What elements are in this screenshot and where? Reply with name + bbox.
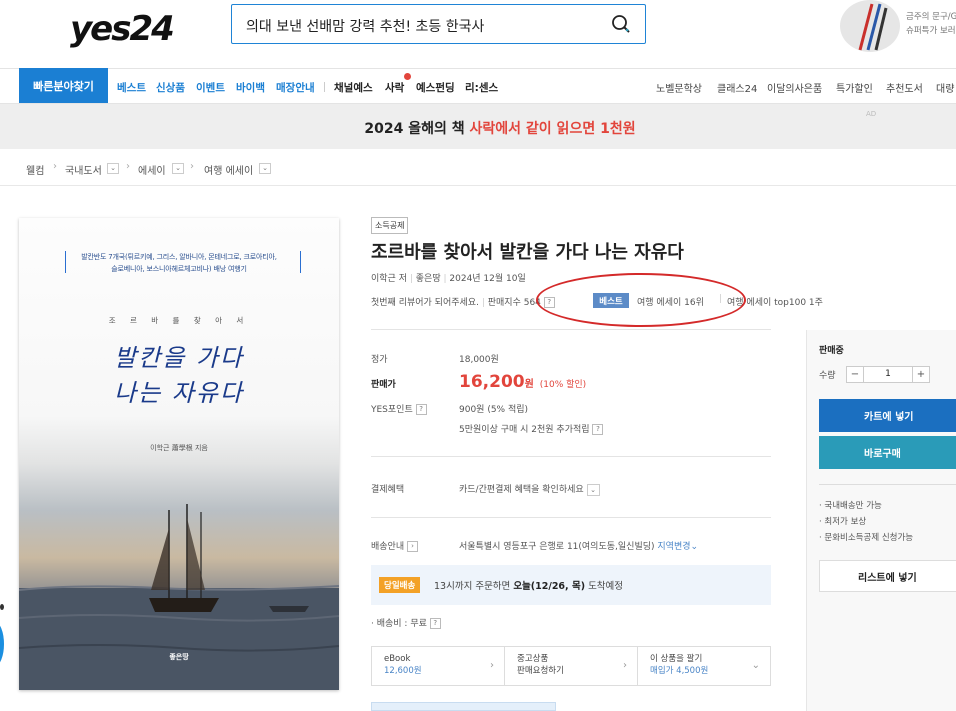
chevron-down-icon: ⌄ — [690, 542, 699, 552]
product-stats: 첫번째 리뷰어가 되어주세요. | 판매지수 564 ? — [371, 295, 555, 308]
product-title: 조르바를 찾아서 발칸을 가다 나는 자유다 — [371, 242, 684, 263]
nav-new[interactable]: 신상품 — [156, 80, 185, 95]
format-options: eBook 12,600원 › 중고상품 판매요청하기 › 이 상품을 팔기 매… — [371, 646, 771, 686]
book-cover[interactable]: 발칸반도 7개국(튀르키예, 그리스, 알바니아, 몬테네그로, 크로아티아, … — [19, 218, 339, 690]
nav-sarak[interactable]: 사락 — [385, 80, 404, 95]
buy-now-button[interactable]: 바로구매 — [819, 436, 956, 469]
payment-benefit[interactable]: 카드/간편결제 혜택을 확인하세요 ⌄ — [459, 482, 600, 496]
discount-rate: (10% 할인) — [539, 380, 587, 390]
pens-icon — [858, 3, 888, 51]
chevron-right-icon[interactable]: › — [407, 541, 418, 552]
publisher-link[interactable]: 좋은땅 — [416, 274, 441, 284]
nav-nobel[interactable]: 노벨문학상 — [656, 80, 702, 95]
plus-icon[interactable]: + — [912, 367, 929, 382]
search-input[interactable]: 의대 보낸 선배맘 강력 추천! 초등 한국사 — [231, 4, 646, 44]
nav-buyback[interactable]: 바이백 — [236, 80, 265, 95]
breadcrumb-essay[interactable]: 에세이 — [138, 162, 166, 177]
annotation-circle — [536, 273, 746, 327]
yes-point-extra: 5만원이상 구매 시 2천원 추가적립 ? — [459, 422, 604, 435]
breadcrumb-divider — [0, 185, 956, 186]
quantity-stepper[interactable]: − 1 + — [846, 366, 930, 383]
chevron-down-icon: ⌄ — [751, 660, 760, 671]
nav-gift[interactable]: 이달의사은품 — [767, 80, 822, 95]
delivery-address: 서울특별시 영등포구 은행로 11(여의도동,일신빌딩) 지역변경⌄ — [459, 542, 699, 552]
ad-image[interactable] — [840, 0, 900, 52]
add-to-cart-button[interactable]: 카트에 넣기 — [819, 399, 956, 432]
breadcrumb-travel-essay[interactable]: 여행 에세이 — [204, 162, 253, 177]
promo-banner-text[interactable]: 2024 올해의 책 사락에서 같이 읽으면 1천원 — [0, 118, 956, 138]
ad-text[interactable]: 금주의 문구/G 슈퍼특가 보러 — [906, 10, 956, 38]
chevron-right-icon: › — [53, 161, 57, 172]
svg-text:yes24: yes24 — [70, 9, 173, 48]
yes24-logo[interactable]: yes24 — [70, 8, 182, 48]
author-link[interactable]: 이학근 저 — [371, 274, 407, 284]
sale-status: 판매중 — [819, 346, 844, 356]
quantity-value[interactable]: 1 — [864, 367, 912, 382]
nav-license[interactable]: 리:센스 — [465, 80, 498, 95]
nav-store[interactable]: 매장안내 — [276, 80, 315, 95]
breadcrumb-home[interactable]: 웰컴 — [26, 162, 44, 177]
chevron-right-icon: › — [623, 660, 627, 671]
shipping-fee: · 배송비 : 무료 ? — [371, 616, 441, 629]
chevron-right-icon: › — [190, 161, 194, 172]
new-badge-icon — [404, 73, 411, 80]
chevron-down-icon[interactable]: ⌄ — [586, 483, 600, 496]
sale-price-label: 판매가 — [371, 380, 396, 390]
divider — [371, 329, 771, 330]
delivery-eta: 13시까지 주문하면 오늘(12/26, 목) 도착예정 — [434, 581, 624, 592]
yes-point-label: YES포인트 ? — [371, 402, 427, 415]
chevron-down-icon[interactable]: ⌄ — [259, 163, 271, 174]
used-option[interactable]: 중고상품 판매요청하기 › — [505, 647, 638, 685]
note-lowest-price: · 최저가 보상 — [819, 517, 867, 527]
chevron-right-icon: › — [490, 660, 494, 671]
floating-widget[interactable] — [0, 622, 4, 666]
breadcrumb-domestic[interactable]: 국내도서 — [65, 162, 102, 177]
list-price-label: 정가 — [371, 355, 388, 365]
delivery-label: 배송안내 › — [371, 539, 418, 552]
divider — [371, 456, 771, 457]
income-deduction-tag: 소득공제 — [371, 217, 409, 234]
ebook-option[interactable]: eBook 12,600원 › — [372, 647, 505, 685]
review-prompt-link[interactable]: 첫번째 리뷰어가 되어주세요. — [371, 298, 479, 308]
nav-event[interactable]: 이벤트 — [196, 80, 225, 95]
nav-bulk[interactable]: 대량 — [936, 80, 954, 95]
nav-recommend[interactable]: 추천도서 — [886, 80, 923, 95]
nav-special[interactable]: 특가할인 — [836, 80, 873, 95]
nav-divider — [324, 82, 325, 92]
help-icon[interactable]: ? — [415, 404, 427, 415]
chevron-down-icon[interactable]: ⌄ — [172, 163, 184, 174]
add-to-list-button[interactable]: 리스트에 넣기 — [819, 560, 956, 592]
divider — [819, 484, 956, 485]
search-text: 의대 보낸 선배맘 강력 추천! 초등 한국사 — [246, 19, 485, 35]
publish-date: 2024년 12월 10일 — [449, 274, 526, 284]
payment-benefit-label: 결제혜택 — [371, 485, 405, 495]
search-icon[interactable] — [611, 14, 631, 34]
divider — [371, 517, 771, 518]
nav-channel-yes[interactable]: 채널예스 — [334, 80, 373, 95]
chevron-right-icon: › — [126, 161, 130, 172]
note-domestic: · 국내배송만 가능 — [819, 501, 882, 511]
sell-option[interactable]: 이 상품을 팔기 매입가 4,500원 ⌄ — [638, 647, 770, 685]
list-price: 18,000원 — [459, 355, 499, 365]
quantity-label: 수량 — [819, 371, 836, 381]
nav-yes-funding[interactable]: 예스펀딩 — [416, 80, 455, 95]
sales-index: 판매지수 564 — [487, 298, 541, 308]
product-meta: 이학근 저 | 좋은땅 | 2024년 12월 10일 — [371, 274, 526, 284]
info-box — [371, 702, 556, 711]
nav-best[interactable]: 베스트 — [117, 80, 146, 95]
help-icon[interactable]: ? — [429, 618, 441, 629]
same-day-badge: 당일배송 — [379, 577, 421, 593]
note-culture-deduction: · 문화비소득공제 신청가능 — [819, 533, 914, 543]
chevron-down-icon[interactable]: ⌄ — [107, 163, 119, 174]
ad-mark: AD — [866, 110, 877, 118]
quick-category-button[interactable]: 빠른분야찾기 — [19, 68, 108, 103]
help-icon[interactable]: ? — [592, 424, 604, 435]
change-region-link[interactable]: 지역변경 — [657, 542, 690, 552]
minus-icon[interactable]: − — [847, 367, 864, 382]
sale-price: 16,200원 (10% 할인) — [459, 372, 587, 392]
yes-point-value: 900원 (5% 적립) — [459, 405, 529, 415]
floating-dot — [0, 604, 4, 610]
nav-class24[interactable]: 클래스24 — [717, 80, 757, 95]
